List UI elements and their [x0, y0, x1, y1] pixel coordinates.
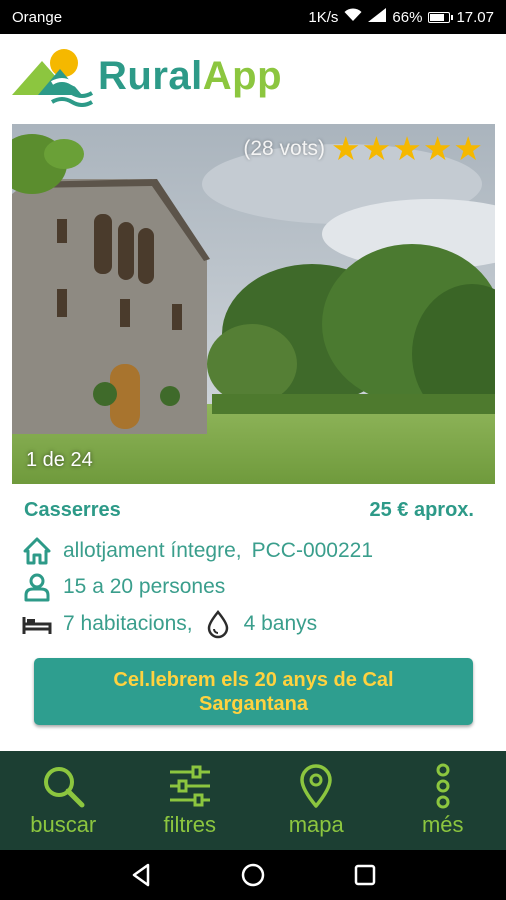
logo-text-app: App: [202, 53, 283, 98]
capacity-row: 15 a 20 persones: [22, 572, 225, 602]
nav-more[interactable]: més: [380, 751, 506, 850]
battery-percent: 66%: [392, 8, 423, 26]
carrier-name: Orange: [12, 8, 63, 26]
map-pin-icon: [300, 764, 332, 808]
rooms-row: 7 habitacions, 4 banys: [22, 609, 317, 639]
search-icon: [44, 767, 85, 808]
logo-mark-icon: [12, 49, 94, 107]
person-icon: [22, 572, 52, 602]
network-speed: 1K/s: [308, 8, 339, 26]
star-icon: ★: [392, 130, 422, 167]
nav-filters-label: filtres: [163, 812, 217, 837]
promo-button[interactable]: Cel.lebrem els 20 anys de Cal Sargantana: [34, 658, 473, 725]
nav-more-label: més: [421, 812, 464, 837]
nav-filters[interactable]: filtres: [127, 751, 254, 850]
status-bar: Orange 1K/s 66% 17.07: [0, 0, 506, 34]
photo-counter: 1 de 24: [26, 449, 93, 471]
back-icon[interactable]: [127, 861, 155, 889]
star-icon: ★: [453, 130, 483, 167]
farmhouse-photo-image: [12, 124, 495, 484]
listing-photo[interactable]: (28 vots) ★ ★ ★ ★ ★ 1 de 24: [12, 124, 495, 484]
signal-icon: [368, 8, 387, 26]
title-row: Casserres 25 € aprox.: [24, 499, 474, 522]
battery-icon: [428, 11, 454, 23]
accommodation-type: allotjament íntegre,: [63, 539, 242, 562]
nav-search-label: buscar: [30, 812, 97, 837]
wifi-icon: [344, 8, 362, 26]
accommodation-row: allotjament íntegre, PCC-000221: [22, 536, 373, 566]
logo-text: RuralApp: [98, 54, 282, 99]
more-vertical-icon: [436, 763, 450, 809]
recents-icon[interactable]: [351, 861, 379, 889]
nav-map-label: mapa: [288, 812, 344, 837]
star-icon: ★: [422, 130, 453, 167]
bathrooms: 4 banys: [243, 612, 318, 635]
system-navigation: [0, 850, 506, 900]
rooms: 7 habitacions,: [63, 612, 193, 635]
house-icon: [22, 536, 52, 566]
nav-search[interactable]: buscar: [0, 751, 127, 850]
license-number: PCC-000221: [251, 539, 374, 562]
ruralapp-logo[interactable]: RuralApp: [12, 42, 322, 110]
water-drop-icon: [203, 609, 233, 639]
star-icon: ★: [331, 130, 361, 167]
rating-summary: (28 vots) ★ ★ ★ ★ ★: [243, 132, 483, 165]
star-icon: ★: [361, 130, 392, 167]
sliders-icon: [169, 765, 210, 807]
logo-text-rural: Rural: [98, 53, 203, 98]
vote-count: (28 vots): [243, 136, 326, 160]
nav-map[interactable]: mapa: [253, 751, 380, 850]
listing-location: Casserres: [24, 499, 121, 521]
rating-stars: ★ ★ ★ ★ ★: [331, 132, 483, 165]
bed-icon: [22, 609, 52, 639]
capacity: 15 a 20 persones: [63, 575, 226, 598]
home-icon[interactable]: [239, 861, 267, 889]
listing-price: 25 € aprox.: [369, 499, 474, 521]
status-right: 1K/s 66% 17.07: [308, 8, 494, 26]
bottom-navigation: buscar filtres mapa més: [0, 751, 506, 850]
app-header: RuralApp: [0, 34, 506, 120]
clock: 17.07: [456, 8, 494, 26]
